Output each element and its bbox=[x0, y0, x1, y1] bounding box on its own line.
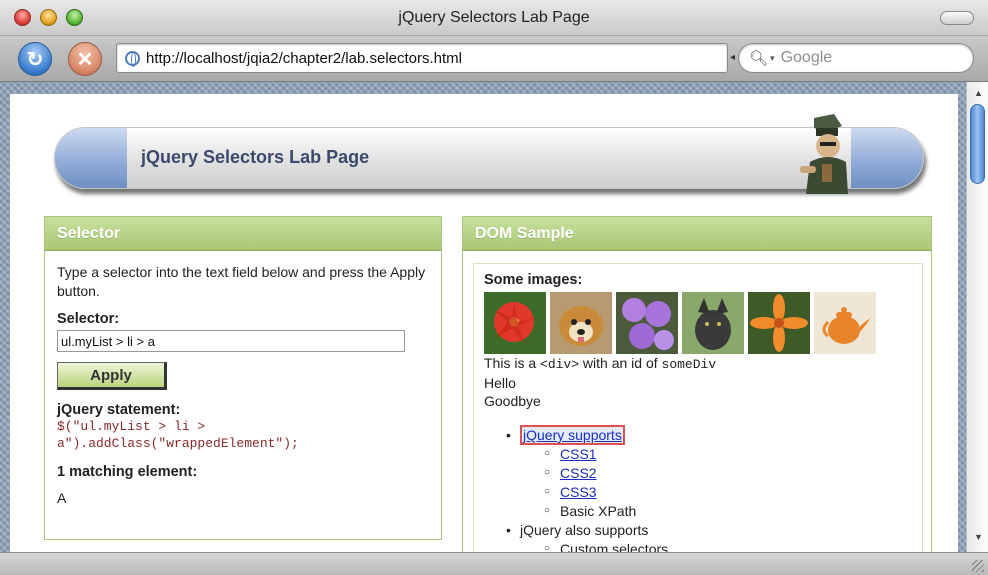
scroll-down-icon[interactable]: ▼ bbox=[974, 532, 983, 542]
also-supports-text: jQuery also supports bbox=[520, 522, 649, 538]
search-icon: 🔍︎ bbox=[749, 50, 769, 67]
window-title: jQuery Selectors Lab Page bbox=[398, 9, 590, 26]
selector-input[interactable] bbox=[57, 330, 405, 352]
lily-image bbox=[748, 292, 810, 354]
globe-icon bbox=[125, 50, 140, 67]
scroll-thumb[interactable] bbox=[970, 104, 985, 184]
image-row bbox=[484, 292, 912, 354]
stop-button[interactable]: ✕ bbox=[68, 42, 102, 76]
cat-image bbox=[682, 292, 744, 354]
images-label: Some images: bbox=[484, 272, 583, 288]
url-text[interactable]: http://localhost/jqia2/chapter2/lab.sele… bbox=[146, 50, 462, 67]
phlox-image bbox=[616, 292, 678, 354]
css1-link[interactable]: CSS1 bbox=[560, 446, 597, 462]
scroll-up-icon[interactable]: ▲ bbox=[974, 88, 983, 98]
my-list: jQuery supports CSS1 CSS2 CSS3 Basic XPa… bbox=[506, 425, 912, 552]
teapot-image bbox=[814, 292, 876, 354]
list-item: CSS2 bbox=[544, 463, 912, 483]
list-item: jQuery also supports Custom selectors bbox=[506, 521, 912, 552]
dom-sample-content: Some images: This is a <div> with an id … bbox=[473, 263, 923, 552]
list-item: Custom selectors bbox=[544, 539, 912, 552]
selector-instructions: Type a selector into the text field belo… bbox=[57, 264, 426, 299]
reload-button[interactable]: ↻ bbox=[18, 42, 52, 76]
vertical-scrollbar[interactable]: ▲ ▼ bbox=[966, 82, 988, 552]
apply-button[interactable]: Apply bbox=[57, 362, 167, 390]
hello-text: Hello bbox=[484, 375, 516, 391]
sub-list: CSS1 CSS2 CSS3 Basic XPath bbox=[544, 444, 912, 521]
status-bar bbox=[0, 552, 988, 575]
match-count-label: 1 matching element: bbox=[57, 464, 198, 480]
div-text-mid: with an id of bbox=[579, 355, 662, 371]
sub-list: Custom selectors bbox=[544, 539, 912, 552]
statement-code: $("ul.myList > li > a").addClass("wrappe… bbox=[57, 419, 299, 451]
div-tag: <div> bbox=[540, 357, 580, 372]
banner-right-cap bbox=[851, 128, 923, 188]
some-div-text: This is a <div> with an id of someDiv bbox=[484, 354, 912, 374]
list-item: jQuery supports CSS1 CSS2 CSS3 Basic XPa… bbox=[506, 425, 912, 521]
search-placeholder: Google bbox=[780, 49, 833, 66]
dom-panel-heading: DOM Sample bbox=[463, 217, 931, 251]
chevron-left-icon: ◂ bbox=[730, 52, 736, 63]
div-id: someDiv bbox=[661, 357, 717, 372]
selector-panel-heading: Selector bbox=[45, 217, 441, 251]
stop-icon: ✕ bbox=[76, 48, 94, 71]
list-item: Basic XPath bbox=[544, 501, 912, 521]
hibiscus-image bbox=[484, 292, 546, 354]
chevron-down-icon[interactable]: ▾ bbox=[770, 53, 775, 64]
banner-left-cap bbox=[55, 128, 127, 188]
address-bar[interactable]: http://localhost/jqia2/chapter2/lab.sele… bbox=[116, 43, 728, 73]
list-item: CSS1 bbox=[544, 444, 912, 464]
css3-link[interactable]: CSS3 bbox=[560, 484, 597, 500]
toolbar-toggle-button[interactable] bbox=[940, 11, 974, 25]
resize-grip-icon[interactable] bbox=[972, 560, 984, 572]
dog-image bbox=[550, 292, 612, 354]
dom-sample-panel: DOM Sample Some images: This is a <div> … bbox=[462, 216, 932, 552]
search-field[interactable]: 🔍︎ ▾ Google bbox=[738, 43, 974, 73]
jquery-supports-link[interactable]: jQuery supports bbox=[520, 425, 625, 445]
selector-label: Selector: bbox=[57, 311, 120, 327]
page-viewport: jQuery Selectors Lab Page Selector Type … bbox=[0, 82, 988, 552]
selector-panel: Selector Type a selector into the text f… bbox=[44, 216, 442, 540]
statement-label: jQuery statement: bbox=[57, 402, 181, 418]
css2-link[interactable]: CSS2 bbox=[560, 465, 597, 481]
match-result: A bbox=[57, 490, 67, 506]
page-content: jQuery Selectors Lab Page Selector Type … bbox=[10, 94, 958, 552]
mascot-illustration bbox=[800, 114, 848, 194]
div-text-prefix: This is a bbox=[484, 355, 541, 371]
goodbye-text: Goodbye bbox=[484, 393, 541, 409]
reload-icon: ↻ bbox=[26, 48, 44, 71]
banner-title: jQuery Selectors Lab Page bbox=[141, 147, 370, 167]
list-item: CSS3 bbox=[544, 482, 912, 502]
browser-toolbar: ↻ ✕ http://localhost/jqia2/chapter2/lab.… bbox=[0, 36, 988, 82]
title-bar: jQuery Selectors Lab Page bbox=[0, 0, 988, 36]
